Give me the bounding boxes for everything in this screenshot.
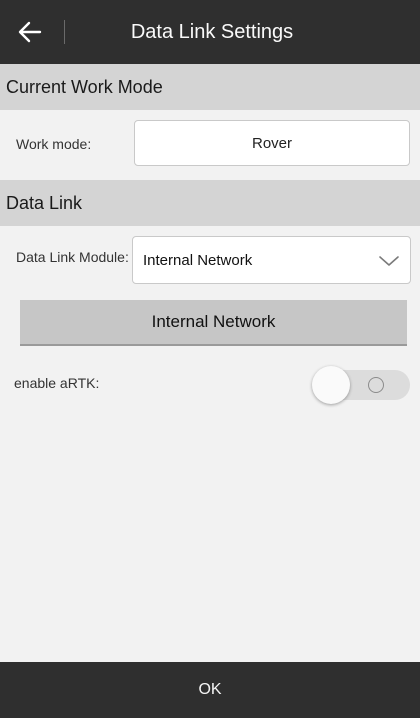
internal-network-button[interactable]: Internal Network [20, 300, 407, 346]
work-mode-value: Rover [251, 134, 292, 152]
chevron-down-icon [379, 256, 399, 266]
section-header-data-link: Data Link [0, 180, 420, 226]
work-mode-label: Work mode: [16, 136, 92, 152]
data-link-module-label: Data Link Module: [16, 249, 129, 265]
title-divider [64, 20, 65, 44]
top-app-bar: Data Link Settings [0, 0, 420, 64]
toggle-knob [312, 366, 350, 404]
enable-artk-label: enable aRTK: [14, 375, 100, 391]
ok-button[interactable]: OK [0, 662, 420, 718]
work-mode-field[interactable]: Rover [134, 120, 410, 166]
page-title: Data Link Settings [130, 21, 294, 43]
arrow-left-icon [18, 21, 42, 43]
data-link-module-value: Internal Network [143, 251, 253, 269]
internal-network-button-label: Internal Network [151, 312, 276, 331]
toggle-off-indicator-icon [368, 377, 384, 393]
section-header-work-mode: Current Work Mode [0, 64, 420, 110]
enable-artk-toggle[interactable] [312, 366, 410, 404]
data-link-settings-screen: Data Link Settings Current Work Mode Wor… [0, 0, 420, 718]
back-button[interactable] [6, 10, 54, 54]
ok-button-label: OK [198, 681, 222, 698]
data-link-module-select[interactable]: Internal Network [132, 236, 411, 284]
